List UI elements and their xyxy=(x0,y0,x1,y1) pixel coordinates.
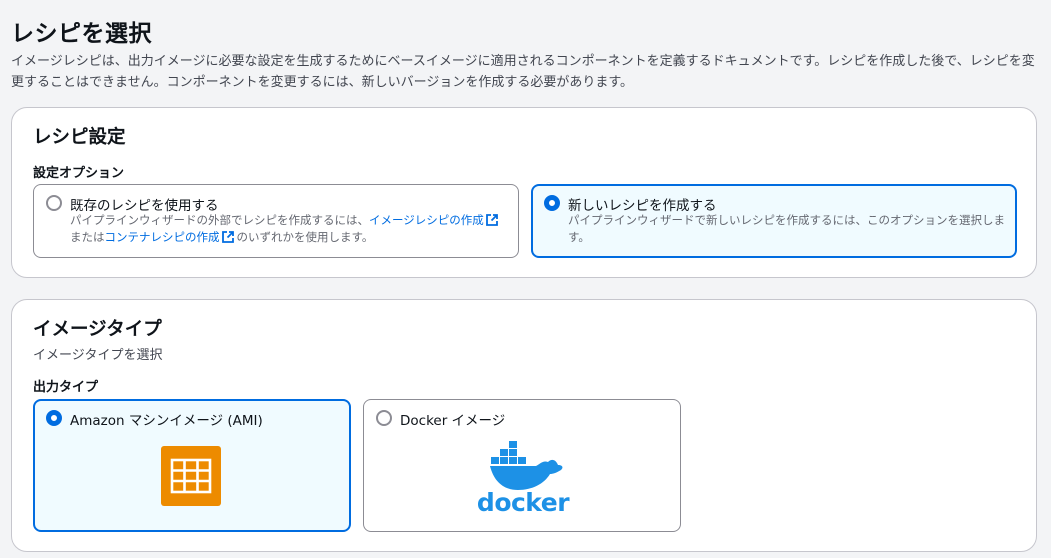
recipe-settings-panel: レシピ設定 設定オプション 既存のレシピを使用する パイプラインウィザードの外部… xyxy=(11,107,1037,278)
desc-text-before: パイプラインウィザードの外部でレシピを作成するには、 xyxy=(70,213,369,227)
page-description: イメージレシピは、出力イメージに必要な設定を生成するためにベースイメージに適用さ… xyxy=(11,54,1035,90)
create-new-recipe-option[interactable]: 新しいレシピを作成する パイプラインウィザードで新しいレシピを作成するには、この… xyxy=(531,184,1017,258)
external-link-icon xyxy=(485,214,498,226)
image-type-heading: イメージタイプ xyxy=(33,319,162,340)
image-type-description: イメージタイプを選択 xyxy=(33,348,163,363)
desc-text-mid: または xyxy=(70,230,105,244)
create-new-recipe-radio[interactable] xyxy=(544,195,560,211)
docker-option-title: Docker イメージ xyxy=(400,413,506,429)
use-existing-recipe-option[interactable]: 既存のレシピを使用する パイプラインウィザードの外部でレシピを作成するには、イメ… xyxy=(33,184,519,258)
image-type-panel: イメージタイプ イメージタイプを選択 出力タイプ Amazon マシンイメージ … xyxy=(11,299,1037,552)
use-existing-recipe-description: パイプラインウィザードの外部でレシピを作成するには、イメージレシピの作成またはコ… xyxy=(70,212,510,246)
settings-options-label: 設定オプション xyxy=(33,166,125,181)
use-existing-recipe-title: 既存のレシピを使用する xyxy=(70,198,219,214)
recipe-settings-heading: レシピ設定 xyxy=(33,127,126,148)
docker-wordmark: docker xyxy=(476,488,570,517)
create-new-recipe-title: 新しいレシピを作成する xyxy=(568,198,717,214)
create-container-recipe-link[interactable]: コンテナレシピの作成 xyxy=(105,230,220,244)
page-title: レシピを選択 xyxy=(11,21,152,47)
desc-text-after: のいずれかを使用します。 xyxy=(236,230,374,244)
docker-logo: docker xyxy=(476,438,570,518)
docker-output-option[interactable]: Docker イメージ docker xyxy=(363,399,681,532)
ami-output-option[interactable]: Amazon マシンイメージ (AMI) xyxy=(33,399,351,532)
ami-icon xyxy=(161,446,221,506)
ami-option-title: Amazon マシンイメージ (AMI) xyxy=(70,413,263,429)
external-link-icon xyxy=(221,231,234,243)
create-image-recipe-link[interactable]: イメージレシピの作成 xyxy=(369,213,484,227)
output-type-label: 出力タイプ xyxy=(33,380,99,395)
use-existing-recipe-radio[interactable] xyxy=(46,195,62,211)
ami-radio[interactable] xyxy=(46,410,62,426)
create-new-recipe-description: パイプラインウィザードで新しいレシピを作成するには、このオプションを選択します。 xyxy=(568,213,1005,244)
docker-radio[interactable] xyxy=(376,410,392,426)
